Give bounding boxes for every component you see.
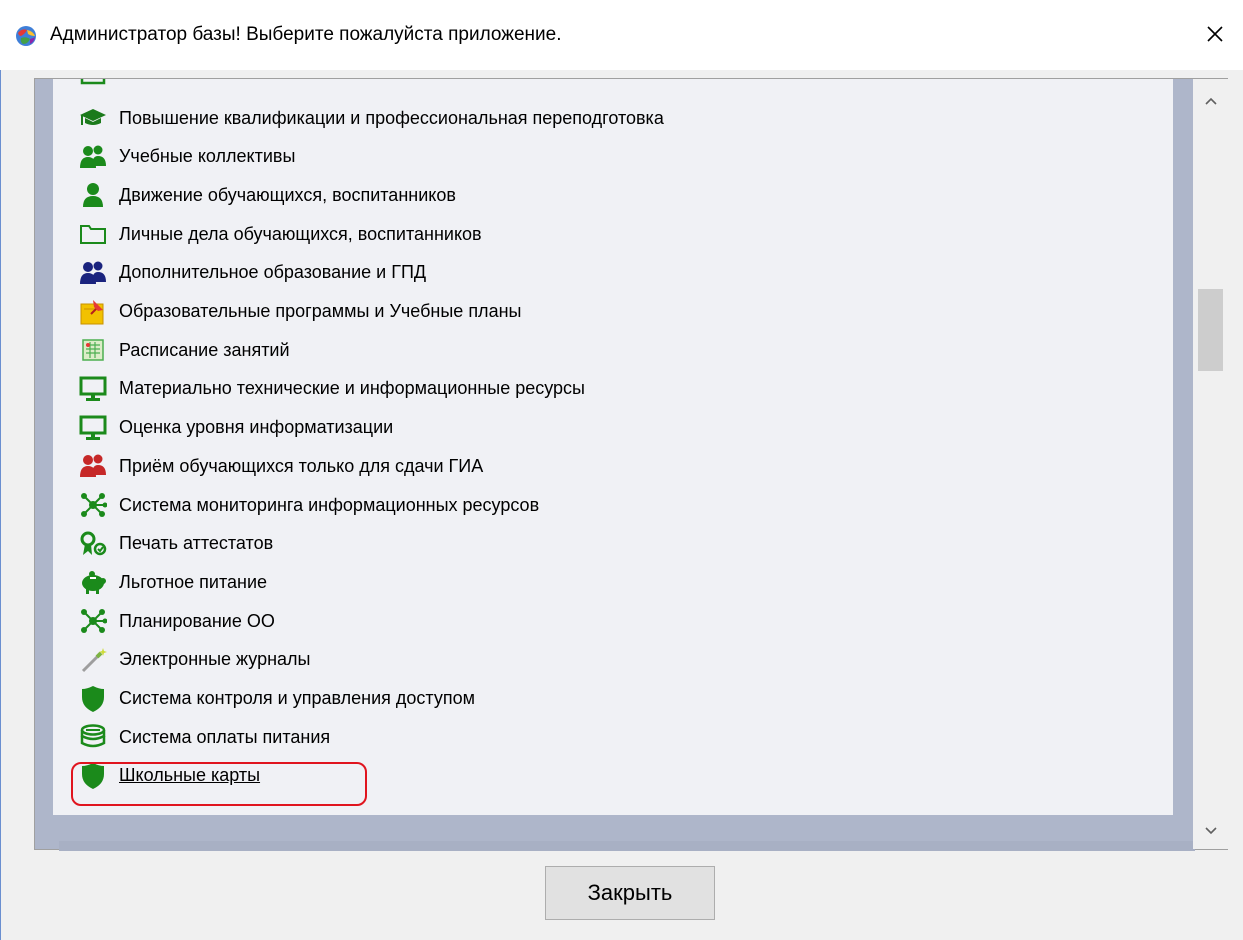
application-list: Повышение квалификации и профессиональна… [53, 79, 1173, 815]
list-bottom-edge [59, 841, 1195, 851]
list-item-label: Дополнительное образование и ГПД [119, 262, 427, 283]
graduation-cap-icon [79, 104, 107, 132]
users-icon [79, 452, 107, 480]
list-item-2[interactable]: Учебные коллективы [79, 138, 1159, 176]
list-item-12[interactable]: Печать аттестатов [79, 525, 1159, 563]
scroll-thumb[interactable] [1198, 289, 1223, 371]
list-item-label: Личные дела обучающихся, воспитанников [119, 223, 482, 244]
list-item-11[interactable]: Система мониторинга информационных ресур… [79, 486, 1159, 524]
list-item-10[interactable]: Приём обучающихся только для сдачи ГИА [79, 447, 1159, 485]
coins-icon [79, 723, 107, 751]
close-button[interactable]: Закрыть [545, 866, 715, 920]
application-list-panel: Повышение квалификации и профессиональна… [34, 78, 1228, 851]
list-item-label: Материально технические и информационные… [119, 378, 585, 399]
list-item-label: Учебные коллективы [119, 146, 296, 167]
list-item-6[interactable]: Образовательные программы и Учебные план… [79, 293, 1159, 331]
list-item-8[interactable]: Материально технические и информационные… [79, 370, 1159, 408]
list-item-3[interactable]: Движение обучающихся, воспитанников [79, 176, 1159, 214]
list-item-label: Оценка уровня информатизации [119, 417, 394, 438]
list-item-label: Планирование ОО [119, 610, 275, 631]
list-item-label: Приём обучающихся только для сдачи ГИА [119, 455, 484, 476]
list-item-4[interactable]: Личные дела обучающихся, воспитанников [79, 215, 1159, 253]
scroll-up-button[interactable] [1193, 83, 1228, 119]
magic-wand-icon [79, 646, 107, 674]
monitor-icon [79, 414, 107, 442]
list-item-label: Повышение квалификации и профессиональна… [119, 107, 664, 128]
list-item-label: Образовательные программы и Учебные план… [119, 301, 522, 321]
list-item-16[interactable]: Система контроля и управления доступом [79, 680, 1159, 718]
shield-icon [79, 762, 107, 790]
close-icon [1207, 26, 1223, 42]
folder-icon [79, 220, 107, 248]
list-item-17[interactable]: Система оплаты питания [79, 718, 1159, 756]
list-item-label: Школьные карты [119, 765, 261, 786]
list-item-7[interactable]: Расписание занятий [79, 331, 1159, 369]
app-globe-icon [16, 26, 36, 46]
list-item-18[interactable]: Школьные карты [79, 757, 1159, 795]
list-item-label: Печать аттестатов [119, 533, 274, 554]
network-icon [79, 491, 107, 519]
list-item-label: Система оплаты питания [119, 726, 331, 747]
users-icon [79, 143, 107, 171]
list-item-15[interactable]: Электронные журналы [79, 641, 1159, 679]
list-item-14[interactable]: Планирование ОО [79, 602, 1159, 640]
list-item-partial [79, 79, 1159, 93]
list-item-9[interactable]: Оценка уровня информатизации [79, 409, 1159, 447]
schedule-icon [79, 336, 107, 364]
list-item-label: Расписание занятий [119, 339, 290, 360]
list-item-label: Движение обучающихся, воспитанников [119, 184, 456, 205]
list-item-label: Электронные журналы [119, 649, 311, 670]
window-close-button[interactable] [1187, 14, 1243, 54]
window-title: Администратор базы! Выберите пожалуйста … [50, 24, 562, 45]
vertical-scrollbar[interactable] [1193, 79, 1228, 849]
network-icon [79, 607, 107, 635]
users-icon [79, 259, 107, 287]
user-icon [79, 181, 107, 209]
list-item-label: Система мониторинга информационных ресур… [119, 494, 540, 515]
title-bar: Администратор базы! Выберите пожалуйста … [0, 0, 1243, 70]
shield-icon [79, 685, 107, 713]
list-item-1[interactable]: Повышение квалификации и профессиональна… [79, 99, 1159, 137]
window-border [0, 0, 1, 940]
pinned-note-icon [79, 298, 107, 326]
monitor-icon [79, 375, 107, 403]
list-item-label: Система контроля и управления доступом [119, 688, 475, 708]
scroll-down-button[interactable] [1193, 813, 1228, 849]
chevron-up-icon [1204, 97, 1217, 105]
partial-icon [79, 79, 107, 88]
list-item-label: Льготное питание [119, 571, 268, 592]
piggy-bank-icon [79, 568, 107, 596]
chevron-down-icon [1204, 827, 1217, 835]
certificate-icon [79, 530, 107, 558]
list-item-5[interactable]: Дополнительное образование и ГПД [79, 254, 1159, 292]
list-item-13[interactable]: Льготное питание [79, 563, 1159, 601]
